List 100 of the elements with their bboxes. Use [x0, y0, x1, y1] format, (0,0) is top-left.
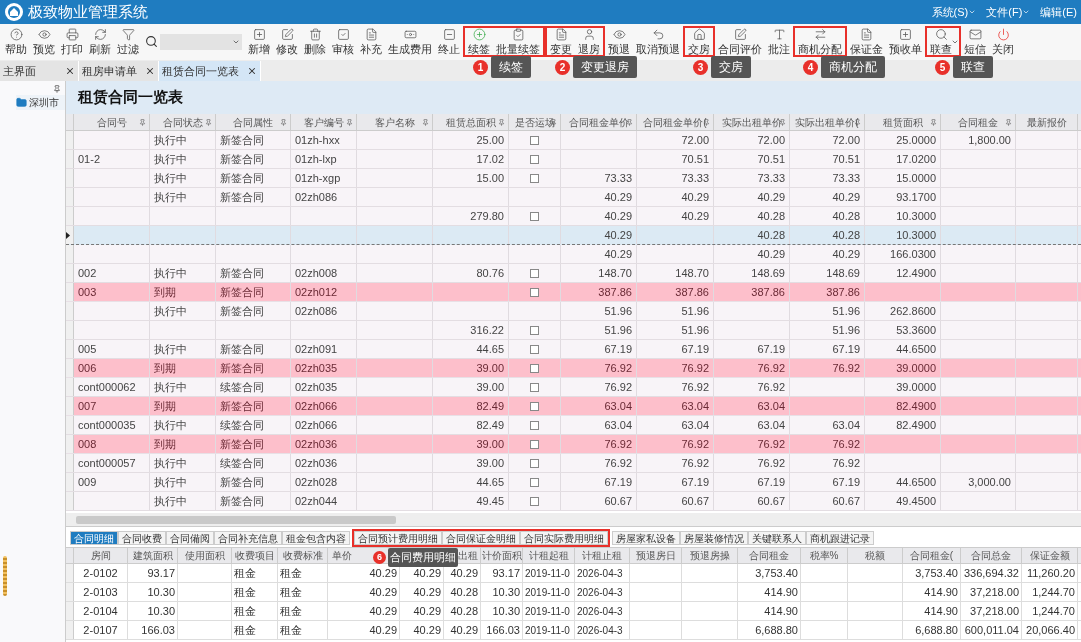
checkbox[interactable] — [530, 420, 539, 430]
column-header[interactable]: 合同属性 — [216, 114, 291, 130]
column-header[interactable]: 房间 — [90, 548, 111, 563]
toolbar-button[interactable]: 帮助 — [2, 28, 30, 55]
toolbar-button[interactable]: 联查 — [927, 28, 959, 55]
column-header[interactable]: 最新报价 — [1016, 114, 1078, 130]
column-header[interactable]: 出租 — [458, 548, 478, 563]
table-row[interactable]: 2-0103 10.30 租金 租金 40.29 40.29 40.28 10.30 2019-11-0 2026-04-3 414.90 414.90 37,218.00 1,244.70 — [66, 583, 1081, 602]
table-row[interactable]: cont000035 执行中 续签合同 02zh066 82.49 63.04 63.04 63.04 63.04 82.4900 — [66, 416, 1081, 435]
table-row[interactable]: 2-0104 10.30 租金 租金 40.29 40.29 40.28 10.30 2019-11-0 2026-04-3 414.90 414.90 37,218.00 1,244.70 — [66, 602, 1081, 621]
toolbar-button[interactable]: 短信 — [961, 28, 989, 55]
table-row[interactable]: 执行中 新签合同 01zh-xgp 15.00 73.33 73.33 73.33 73.33 15.0000 — [66, 169, 1081, 188]
checkbox[interactable] — [530, 135, 539, 145]
table-row[interactable]: 006 到期 新签合同 02zh035 39.00 76.92 76.92 76.92 76.92 39.0000 — [66, 359, 1081, 378]
checkbox[interactable] — [530, 477, 539, 487]
checkbox[interactable] — [530, 173, 539, 183]
toolbar-button[interactable]: 新增 — [245, 28, 273, 55]
table-row[interactable]: 005 执行中 新签合同 02zh091 44.65 67.19 67.19 67.19 67.19 44.6500 — [66, 340, 1081, 359]
column-header[interactable]: 收费项目 — [234, 548, 275, 563]
detail-tab[interactable]: 合同预计费用明细 — [354, 531, 442, 545]
document-tab[interactable]: 租赁合同一览表 — [159, 61, 261, 81]
toolbar-button[interactable]: 过滤 — [114, 28, 142, 55]
column-header[interactable]: 计租起租 — [528, 548, 569, 563]
toolbar-button[interactable]: 取消预退 — [633, 28, 683, 55]
column-header[interactable]: 计租止租 — [582, 548, 622, 563]
detail-tab[interactable]: 房屋家私设备 — [612, 531, 680, 545]
checkbox[interactable] — [530, 154, 539, 164]
close-icon[interactable] — [247, 66, 257, 76]
table-row[interactable]: 执行中 新签合同 01zh-hxx 25.00 72.00 72.00 72.00 25.0000 1,800.00 — [66, 131, 1081, 150]
table-row[interactable]: 01-2 执行中 新签合同 01zh-lxp 17.02 70.51 70.51 70.51 17.0200 — [66, 150, 1081, 169]
checkbox[interactable] — [530, 458, 539, 468]
table-row[interactable]: 2-0107 166.03 租金 租金 40.29 40.29 40.29 166.03 2019-11-0 2026-04-3 6,688.80 6,688.80 600,011.04 20,066.40 — [66, 621, 1081, 640]
table-row[interactable]: 008 到期 新签合同 02zh036 39.00 76.92 76.92 76.92 76.92 — [66, 435, 1081, 454]
checkbox[interactable] — [530, 382, 539, 392]
toolbar-button[interactable]: 修改 — [273, 28, 301, 55]
checkbox[interactable] — [530, 287, 539, 297]
toolbar-button[interactable]: 保证金 — [847, 28, 886, 55]
close-icon[interactable] — [65, 66, 75, 76]
column-header[interactable]: 税率% — [809, 548, 839, 563]
table-row[interactable]: 316.22 51.96 51.96 51.96 53.3600 — [66, 321, 1081, 340]
column-header[interactable]: 税额 — [865, 548, 885, 563]
column-header[interactable]: 客户名称 — [357, 114, 433, 130]
detail-tab[interactable]: 合同保证金明细 — [442, 531, 520, 545]
toolbar-button[interactable]: 商机分配 — [795, 28, 845, 55]
table-row[interactable]: cont000062 执行中 续签合同 02zh035 39.00 76.92 76.92 76.92 39.0000 — [66, 378, 1081, 397]
detail-tab[interactable]: 租金包含内容 — [282, 531, 350, 545]
checkbox[interactable] — [530, 268, 539, 278]
table-row[interactable]: cont000057 执行中 续签合同 02zh036 39.00 76.92 76.92 76.92 76.92 — [66, 454, 1081, 473]
table-row[interactable]: 003 到期 新签合同 02zh012 387.86 387.86 387.86 387.86 — [66, 283, 1081, 302]
column-header[interactable]: 合同租金 — [941, 114, 1016, 130]
detail-tab[interactable]: 合同补充信息 — [214, 531, 282, 545]
column-header[interactable]: 收费标准 — [282, 548, 323, 563]
column-header[interactable]: 建筑面积 — [132, 548, 173, 563]
column-header[interactable]: 单价 — [332, 548, 352, 563]
column-header[interactable]: 租赁面积 — [865, 114, 941, 130]
toolbar-button[interactable]: 关闭 — [989, 28, 1017, 55]
toolbar-button[interactable]: 补充 — [357, 28, 385, 55]
column-header[interactable]: 保证金额 — [1029, 548, 1070, 563]
document-tab[interactable]: 租房申请单 — [79, 61, 159, 81]
toolbar-button[interactable]: 预收单 — [886, 28, 925, 55]
detail-tab[interactable]: 合同明细 — [70, 531, 118, 545]
toolbar-button[interactable]: 交房 — [685, 28, 713, 55]
menu-item[interactable]: 系统(S) — [931, 3, 977, 21]
toolbar-button[interactable]: 预退 — [605, 28, 633, 55]
checkbox[interactable] — [530, 401, 539, 411]
column-header[interactable]: 合同租金单价 — [561, 114, 637, 130]
detail-tab[interactable]: 合同收费 — [118, 531, 166, 545]
tree-item[interactable]: 深圳市 — [16, 95, 65, 110]
detail-tab[interactable]: 合同实际费用明细 — [520, 531, 608, 545]
checkbox[interactable] — [530, 344, 539, 354]
table-row[interactable]: 279.80 40.29 40.29 40.28 40.28 10.3000 — [66, 207, 1081, 226]
column-header[interactable]: 实际出租单价( — [790, 114, 865, 130]
search-field[interactable] — [160, 33, 242, 50]
checkbox[interactable] — [530, 211, 539, 221]
toolbar-button[interactable]: 预览 — [30, 28, 58, 55]
table-row[interactable]: 执行中 新签合同 02zh086 51.96 51.96 51.96 262.8600 — [66, 302, 1081, 321]
column-header[interactable]: 预退房操 — [689, 548, 730, 563]
checkbox[interactable] — [530, 363, 539, 373]
toolbar-button[interactable]: 退房 — [575, 28, 603, 55]
checkbox[interactable] — [530, 325, 539, 335]
document-tab[interactable]: 主界面 — [0, 61, 79, 81]
table-row[interactable]: 执行中 新签合同 02zh044 49.45 60.67 60.67 60.67 60.67 49.4500 — [66, 492, 1081, 511]
detail-tab[interactable]: 关键联系人 — [748, 531, 806, 545]
column-header[interactable]: 合同状态 — [150, 114, 216, 130]
detail-tab[interactable]: 商机跟进记录 — [806, 531, 874, 545]
table-row[interactable]: 40.29 40.29 40.29 166.0300 — [66, 245, 1081, 264]
table-row[interactable]: 40.29 40.28 40.28 10.3000 — [66, 226, 1081, 245]
column-header[interactable]: 租赁总面积 — [433, 114, 509, 130]
toolbar-button[interactable]: 合同评价 — [715, 28, 765, 55]
toolbar-button[interactable]: 审核 — [329, 28, 357, 55]
toolbar-button[interactable]: 刷新 — [86, 28, 114, 55]
column-header[interactable]: 合同租金单价( — [637, 114, 714, 130]
toolbar-button[interactable]: 生成费用 — [385, 28, 435, 55]
checkbox[interactable] — [530, 439, 539, 449]
toolbar-button[interactable]: 终止 — [435, 28, 463, 55]
column-header[interactable]: 是否运场 — [509, 114, 561, 130]
column-header[interactable]: 合同总金 — [971, 548, 1011, 563]
column-header[interactable]: 合同租金 — [749, 548, 789, 563]
table-row[interactable]: 009 执行中 新签合同 02zh028 44.65 67.19 67.19 67.19 67.19 44.6500 3,000.00 — [66, 473, 1081, 492]
column-header[interactable]: 使用面积 — [184, 548, 225, 563]
